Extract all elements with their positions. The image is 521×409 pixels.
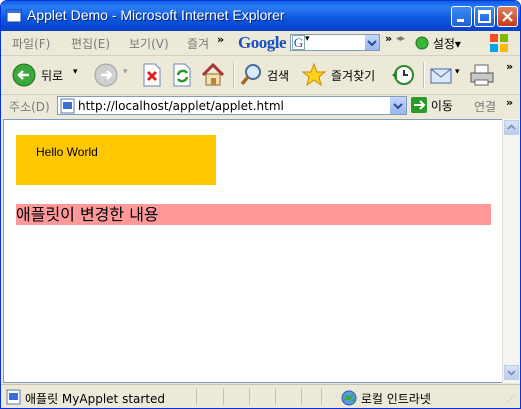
chevron-down-icon [507,370,516,376]
star-icon [301,62,327,87]
mail-dropdown-icon[interactable]: ▾ [455,67,460,77]
chevron-down-icon [367,40,377,47]
minimize-button[interactable] [451,6,472,27]
search-label: 검색 [267,69,290,83]
forward-arrow-icon [94,63,118,87]
menu-favorites[interactable]: 즐겨 [187,35,209,52]
applet-panel[interactable]: Hello World [16,135,216,185]
status-divider [275,388,276,405]
google-logo[interactable]: Google [238,33,287,53]
refresh-button[interactable] [169,60,195,90]
maximize-button[interactable] [474,6,495,27]
search-button[interactable]: 검색 [239,60,299,90]
browser-window: Applet Demo - Microsoft Internet Explore… [0,0,521,409]
go-label: 이동 [430,99,453,113]
back-button[interactable]: 뒤로 ▾ [9,60,89,90]
favorites-button[interactable]: 즐겨찾기 [301,60,383,90]
google-toolbar-overflow-icon[interactable]: » [385,32,392,45]
address-label: 주소(D) [9,100,50,114]
google-toolbar: Google G ▾ » ◂▸ 설정▾ [233,32,513,54]
toolbar-overflow-icon[interactable]: » [506,60,513,73]
page-content: Hello World 애플릿이 변경한 내용 [3,119,503,383]
search-icon [240,64,261,86]
status-divider [249,388,250,405]
toolbar-grip-icon[interactable]: ◂▸ [396,34,405,44]
home-button[interactable] [199,60,227,90]
window-title: Applet Demo - Microsoft Internet Explore… [27,7,285,23]
settings-chevron-icon: ▾ [454,37,461,51]
favorites-label: 즐겨찾기 [331,69,376,83]
home-icon [201,62,225,86]
google-engine-dropdown-icon[interactable]: ▾ [305,34,310,44]
address-url: http://localhost/applet/applet.html [78,99,284,113]
google-search-input[interactable]: G ▾ [290,34,380,51]
maximize-icon [478,10,491,23]
menu-view[interactable]: 보기(V) [129,35,169,52]
forward-button[interactable]: ▾ [91,60,131,90]
menu-overflow-chevron-icon[interactable]: » [217,33,224,46]
security-zone: 로컬 인트라넷 [341,390,431,407]
chevron-up-icon [507,124,516,130]
vertical-scrollbar[interactable] [502,119,520,383]
history-button[interactable] [389,60,417,90]
status-text: 애플릿 MyApplet started [25,392,166,406]
ie-icon [6,9,22,23]
mail-icon [430,68,452,84]
settings-label: 설정 [432,37,455,51]
green-dot-icon [415,36,429,50]
google-search-history-dropdown[interactable] [365,35,379,50]
chevron-down-icon [393,103,403,110]
status-divider [301,388,302,405]
scroll-up-button[interactable] [504,120,519,135]
back-dropdown-icon[interactable]: ▾ [73,67,78,77]
toolbar-separator-2 [423,62,425,88]
minimize-icon [457,19,464,22]
address-dropdown[interactable] [390,97,406,114]
close-icon [502,11,513,22]
menu-file[interactable]: 파일(F) [12,35,50,52]
page-icon [60,98,75,114]
applet-text: Hello World [36,145,98,159]
refresh-icon [173,63,191,87]
changed-content-text: 애플릿이 변경한 내용 [16,205,159,224]
resize-grip-icon[interactable]: ⋰ [507,394,515,403]
title-bar[interactable]: Applet Demo - Microsoft Internet Explore… [1,1,520,31]
links-overflow-icon[interactable]: » [506,96,513,109]
windows-logo-icon [490,34,508,52]
printer-icon [470,64,494,86]
go-arrow-icon [411,97,427,113]
standard-toolbar: 뒤로 ▾ ▾ 검색 즐겨찾기 ▾ » [1,56,520,95]
stop-button[interactable] [139,60,165,90]
menu-edit[interactable]: 편집(E) [71,35,110,52]
address-bar: 주소(D) http://localhost/applet/applet.htm… [1,95,520,117]
toolbar-separator [233,62,235,88]
google-g-icon: G [292,35,305,50]
mail-button[interactable]: ▾ [429,60,465,90]
globe-icon [341,390,357,406]
stop-icon [143,63,161,87]
address-input[interactable]: http://localhost/applet/applet.html [57,96,407,115]
forward-dropdown-icon[interactable]: ▾ [123,67,128,77]
status-divider [321,388,322,405]
changed-content-banner: 애플릿이 변경한 내용 [16,204,491,225]
status-bar: 애플릿 MyApplet started 로컬 인트라넷 ⋰ [1,384,520,408]
status-divider [223,388,224,405]
back-label: 뒤로 [41,69,64,83]
links-button[interactable]: 연결 [474,98,496,115]
close-button[interactable] [497,6,518,27]
settings-button[interactable]: 설정▾ [415,35,461,52]
page-status-icon [6,389,21,405]
back-arrow-icon [12,63,36,87]
scroll-down-button[interactable] [504,365,519,380]
print-button[interactable] [469,60,497,90]
security-zone-label: 로컬 인트라넷 [360,392,431,406]
history-icon [392,65,414,85]
status-divider [196,388,197,405]
google-logo-text: Google [238,33,287,52]
go-button[interactable]: 이동 [411,97,453,114]
